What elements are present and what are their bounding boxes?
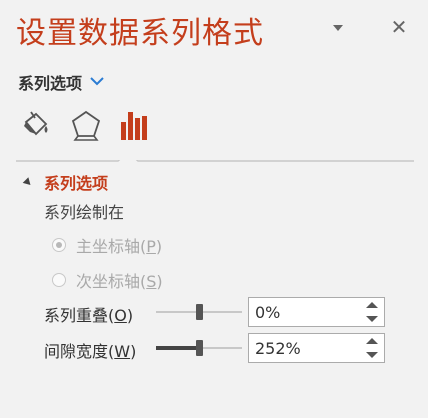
gap-width-label: 间隙宽度(W) (44, 342, 137, 361)
gap-width-slider[interactable] (156, 338, 242, 358)
radio-button (52, 273, 66, 287)
chevron-down-icon (90, 76, 104, 85)
slider-thumb[interactable] (196, 340, 203, 356)
gap-width-spinner (248, 333, 385, 363)
increment-button[interactable] (364, 335, 380, 347)
collapse-triangle-icon (22, 176, 34, 188)
primary-axis-label: 主坐标轴(P) (76, 237, 163, 256)
pentagon-icon (71, 110, 101, 141)
pane-options-button[interactable] (328, 18, 348, 38)
tab-effects[interactable] (68, 108, 104, 144)
gap-width-input[interactable] (249, 334, 365, 362)
paint-bucket-icon (24, 111, 48, 136)
pane-title: 设置数据系列格式 (16, 16, 264, 51)
series-overlap-label: 系列重叠(O) (44, 306, 134, 325)
series-overlap-input[interactable] (249, 298, 365, 326)
options-dropdown-label: 系列选项 (18, 74, 83, 93)
arrow-up-icon (366, 338, 378, 344)
decrement-button[interactable] (364, 313, 380, 325)
slider-thumb[interactable] (196, 304, 203, 320)
chevron-down-icon (333, 25, 343, 31)
tab-series-options[interactable] (118, 108, 154, 144)
arrow-down-icon (366, 316, 378, 322)
options-dropdown[interactable]: 系列选项 (18, 70, 104, 94)
plot-series-on-label: 系列绘制在 (44, 203, 125, 222)
arrow-up-icon (366, 302, 378, 308)
radio-button (52, 238, 66, 252)
close-icon: ✕ (390, 15, 408, 39)
section-header-series-options[interactable]: 系列选项 (22, 170, 109, 194)
secondary-axis-radio[interactable]: 次坐标轴(S) (52, 268, 163, 292)
tab-fill-line[interactable] (18, 108, 54, 144)
decrement-button[interactable] (364, 349, 380, 361)
section-header-label: 系列选项 (44, 174, 109, 193)
series-overlap-slider[interactable] (156, 302, 242, 322)
increment-button[interactable] (364, 299, 380, 311)
primary-axis-radio[interactable]: 主坐标轴(P) (52, 233, 162, 257)
bar-chart-icon (121, 112, 147, 140)
close-button[interactable]: ✕ (388, 16, 410, 38)
arrow-down-icon (366, 352, 378, 358)
series-overlap-spinner (248, 297, 385, 327)
secondary-axis-label: 次坐标轴(S) (76, 272, 163, 291)
